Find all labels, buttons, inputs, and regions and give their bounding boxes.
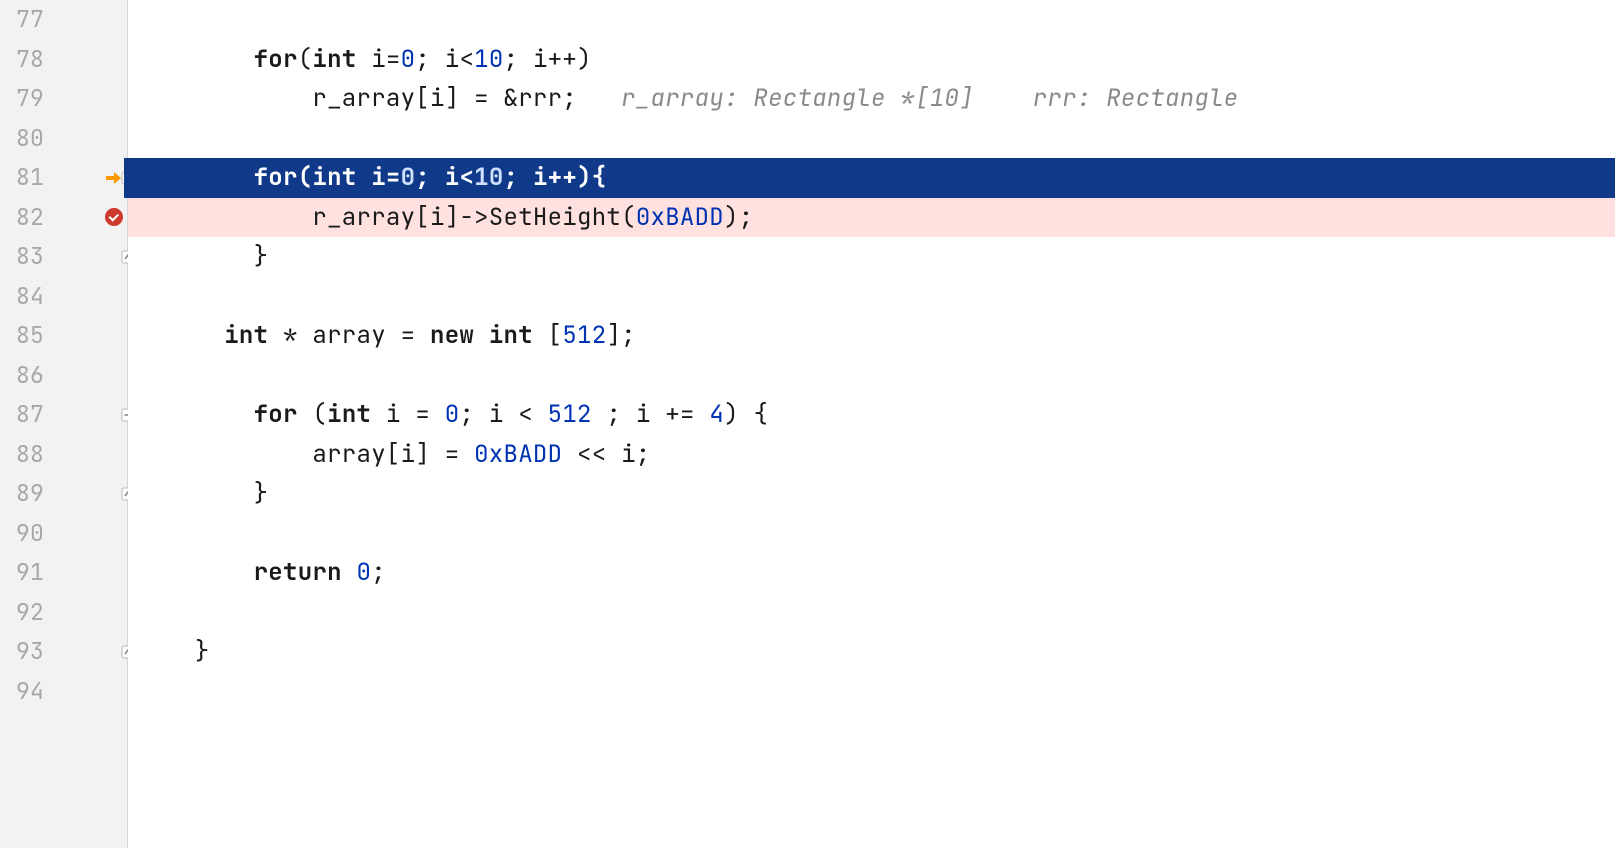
gutter-icons [44, 553, 127, 593]
gutter-row[interactable]: 92 [0, 593, 127, 633]
code-text: } [136, 237, 268, 277]
line-number: 87 [0, 395, 44, 435]
code-line[interactable] [128, 514, 1615, 554]
code-text: } [136, 474, 268, 514]
code-line[interactable]: } [128, 632, 1615, 672]
code-text: array[i] = 0xBADD << i; [136, 435, 651, 475]
gutter-icons [44, 316, 127, 356]
line-number: 78 [0, 40, 44, 80]
code-line[interactable] [128, 593, 1615, 633]
gutter-icons [44, 198, 127, 238]
gutter-row[interactable]: 86 [0, 356, 127, 396]
gutter-row[interactable]: 87 [0, 395, 127, 435]
line-number: 92 [0, 593, 44, 633]
gutter-icons [44, 158, 127, 198]
code-text: for(int i=0; i<10; i++){ [136, 158, 606, 198]
code-line[interactable] [128, 277, 1615, 317]
gutter-row[interactable]: 90 [0, 514, 127, 554]
gutter-icons [44, 395, 127, 435]
line-number: 93 [0, 632, 44, 672]
code-area[interactable]: for(int i=0; i<10; i++) r_array[i] = &rr… [128, 0, 1615, 848]
gutter-icons [44, 356, 127, 396]
line-number: 83 [0, 237, 44, 277]
code-line[interactable]: } [128, 237, 1615, 277]
gutter-row[interactable]: 91 [0, 553, 127, 593]
gutter-row[interactable]: 94 [0, 672, 127, 712]
code-line[interactable] [128, 0, 1615, 40]
code-line[interactable]: r_array[i] = &rrr; r_array: Rectangle *[… [128, 79, 1615, 119]
gutter-icons [44, 632, 127, 672]
gutter-icons [44, 435, 127, 475]
gutter-icons [44, 277, 127, 317]
gutter-row[interactable]: 79 [0, 79, 127, 119]
code-line[interactable]: for(int i=0; i<10; i++){ [128, 158, 1615, 198]
gutter-icons [44, 79, 127, 119]
breakpoint-icon[interactable] [105, 208, 123, 226]
gutter-icons [44, 474, 127, 514]
line-number: 86 [0, 356, 44, 396]
code-line[interactable] [128, 672, 1615, 712]
code-text: for(int i=0; i<10; i++) [136, 40, 592, 80]
gutter-row[interactable]: 93 [0, 632, 127, 672]
gutter-row[interactable]: 88 [0, 435, 127, 475]
line-number: 79 [0, 79, 44, 119]
code-line[interactable]: return 0; [128, 553, 1615, 593]
code-line[interactable]: for (int i = 0; i < 512 ; i += 4) { [128, 395, 1615, 435]
code-line[interactable]: } [128, 474, 1615, 514]
line-number: 81 [0, 158, 44, 198]
code-text: r_array[i]->SetHeight(0xBADD); [136, 198, 753, 238]
line-number: 94 [0, 672, 44, 712]
code-text: for (int i = 0; i < 512 ; i += 4) { [136, 395, 768, 435]
code-line[interactable]: for(int i=0; i<10; i++) [128, 40, 1615, 80]
gutter-icons [44, 672, 127, 712]
code-editor: 777879808182838485868788899091929394 for… [0, 0, 1615, 848]
line-number: 90 [0, 514, 44, 554]
code-text: r_array[i] = &rrr; r_array: Rectangle *[… [136, 79, 1239, 119]
gutter-row[interactable]: 83 [0, 237, 127, 277]
code-line[interactable]: int * array = new int [512]; [128, 316, 1615, 356]
line-number: 84 [0, 277, 44, 317]
code-line[interactable] [128, 119, 1615, 159]
inline-hint: r_array: Rectangle *[10] rrr: Rectangle [621, 83, 1238, 114]
gutter-row[interactable]: 84 [0, 277, 127, 317]
gutter-icons [44, 40, 127, 80]
gutter-row[interactable]: 77 [0, 0, 127, 40]
gutter-row[interactable]: 85 [0, 316, 127, 356]
gutter: 777879808182838485868788899091929394 [0, 0, 128, 848]
gutter-row[interactable]: 81 [0, 158, 127, 198]
gutter-icons [44, 593, 127, 633]
line-number: 82 [0, 198, 44, 238]
gutter-row[interactable]: 82 [0, 198, 127, 238]
line-number: 88 [0, 435, 44, 475]
code-text: int * array = new int [512]; [136, 316, 636, 356]
code-line[interactable]: array[i] = 0xBADD << i; [128, 435, 1615, 475]
gutter-row[interactable]: 89 [0, 474, 127, 514]
gutter-icons [44, 0, 127, 40]
code-text: return 0; [136, 553, 386, 593]
code-line[interactable]: r_array[i]->SetHeight(0xBADD); [128, 198, 1615, 238]
gutter-row[interactable]: 80 [0, 119, 127, 159]
gutter-icons [44, 119, 127, 159]
code-text: } [136, 632, 210, 672]
line-number: 91 [0, 553, 44, 593]
line-number: 77 [0, 0, 44, 40]
gutter-icons [44, 514, 127, 554]
line-number: 85 [0, 316, 44, 356]
line-number: 80 [0, 119, 44, 159]
gutter-row[interactable]: 78 [0, 40, 127, 80]
line-number: 89 [0, 474, 44, 514]
code-line[interactable] [128, 356, 1615, 396]
gutter-icons [44, 237, 127, 277]
